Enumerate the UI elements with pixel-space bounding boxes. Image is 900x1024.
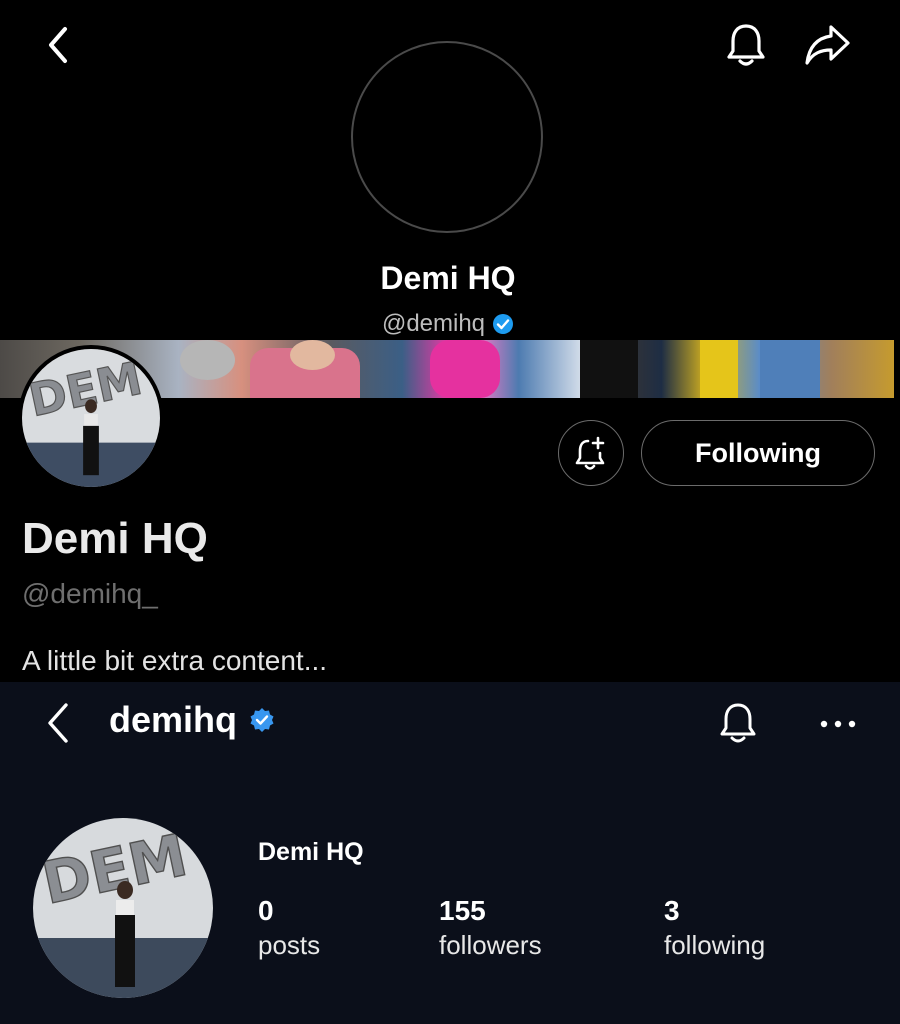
notifications-button[interactable] <box>718 18 774 72</box>
back-button-ig[interactable] <box>36 698 80 748</box>
chevron-left-icon <box>49 27 67 63</box>
followers-stat[interactable]: 155 followers <box>439 894 542 962</box>
ig-profile-avatar[interactable]: DEM <box>33 818 213 998</box>
followers-count: 155 <box>439 895 486 926</box>
twitter-profile-section: Demi HQ @demihq DEM Following Demi HQ @d… <box>0 0 900 682</box>
profile-handle: @demihq_ <box>22 578 158 609</box>
posts-stat[interactable]: 0 posts <box>258 894 320 962</box>
notifications-button-ig[interactable] <box>712 696 764 750</box>
avatar-placeholder <box>351 41 543 233</box>
notify-subscribe-button[interactable] <box>558 420 624 486</box>
share-button[interactable] <box>798 18 856 72</box>
header-display-name: Demi HQ <box>380 260 516 296</box>
header-handle-text: @demihq <box>381 310 486 337</box>
followers-label: followers <box>439 930 542 960</box>
more-dots-icon <box>820 720 856 728</box>
verified-badge-icon <box>493 314 514 334</box>
ig-username: demihq <box>109 699 238 740</box>
avatar-image: DEM <box>22 349 160 487</box>
profile-display-name: Demi HQ <box>22 514 208 563</box>
posts-label: posts <box>258 930 321 960</box>
avatar-image: DEM <box>33 818 213 998</box>
more-options-button[interactable] <box>812 704 864 744</box>
following-stat[interactable]: 3 following <box>664 894 765 962</box>
share-arrow-icon <box>805 25 850 65</box>
profile-avatar[interactable]: DEM <box>18 345 164 491</box>
following-button[interactable]: Following <box>641 420 875 486</box>
following-label: following <box>664 930 766 960</box>
ig-header-title: demihq <box>109 699 275 741</box>
chevron-left-icon <box>48 703 68 743</box>
bell-icon <box>720 703 756 743</box>
header-handle: @demihq <box>0 310 896 338</box>
ig-display-name: Demi HQ <box>258 838 364 866</box>
posts-count: 0 <box>258 895 274 926</box>
bell-plus-icon <box>575 436 605 470</box>
following-count: 3 <box>664 895 680 926</box>
instagram-profile-section: demihq DEM Demi HQ 0 posts 155 followers… <box>0 682 900 1024</box>
verified-badge-icon <box>250 708 274 732</box>
profile-bio: A little bit extra content... <box>22 645 328 676</box>
back-button[interactable] <box>30 20 86 70</box>
bell-icon <box>727 24 765 66</box>
